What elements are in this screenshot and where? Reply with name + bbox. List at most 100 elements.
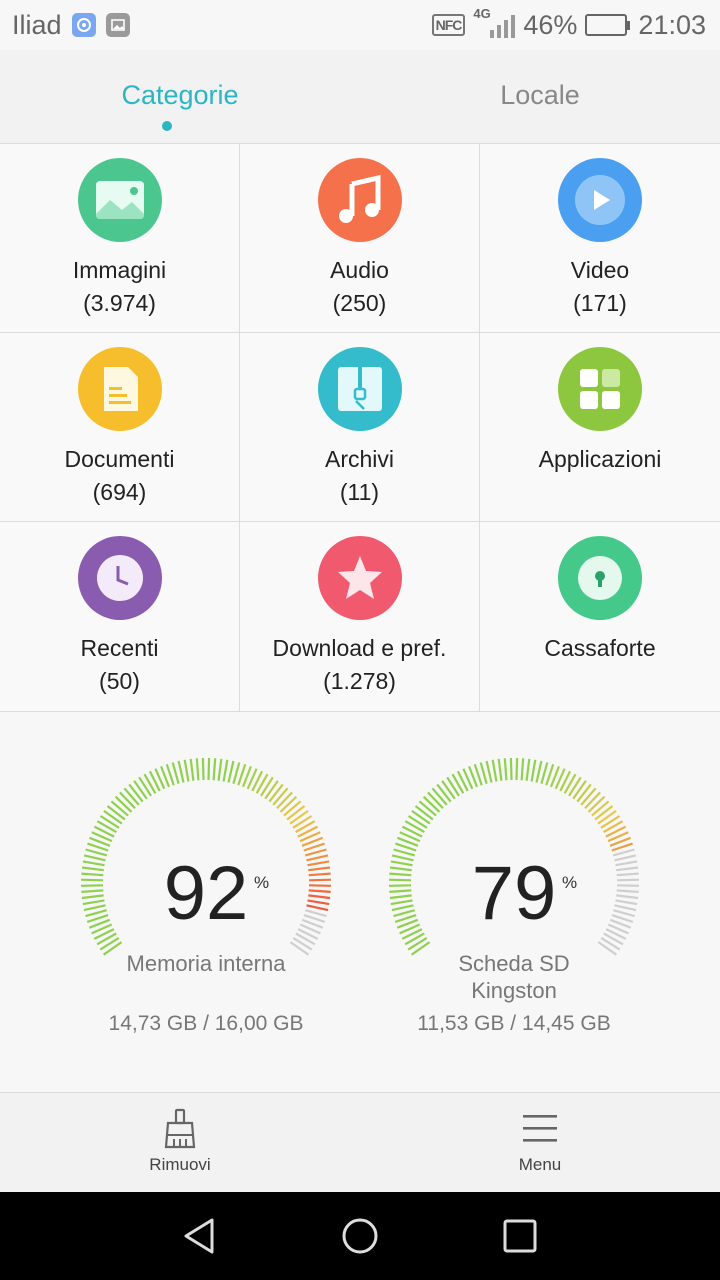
gauge-tick: [286, 805, 306, 821]
gauge-tick: [411, 810, 431, 825]
gauge-tick: [485, 760, 493, 783]
category-count: (3.974): [83, 290, 156, 316]
category-grid: Immagini (3.974) Audio (250) Video (171)…: [0, 144, 720, 712]
storage-percent: 79: [471, 851, 557, 936]
gauge-tick: [446, 776, 460, 797]
gauge-tick: [530, 759, 537, 782]
category-label: Download e pref.: [272, 635, 447, 661]
back-icon[interactable]: [180, 1216, 220, 1256]
storage-size: 14,73 GB / 16,00 GB: [108, 1012, 304, 1035]
tab-bar: Categorie Locale: [0, 50, 720, 144]
tab-label: Locale: [500, 80, 580, 110]
music-icon: [317, 158, 402, 242]
menu-icon: [523, 1115, 557, 1142]
gauge-tick: [212, 758, 217, 781]
gauge-tick: [119, 791, 136, 810]
clock: 21:03: [638, 9, 706, 40]
gauge-tick: [594, 805, 614, 821]
gauge-tick: [600, 815, 621, 829]
gauge-tick: [584, 791, 601, 810]
category-recenti[interactable]: Recenti (50): [0, 522, 240, 712]
gauge-tick: [568, 776, 582, 797]
gauge-tick: [612, 848, 635, 857]
category-immagini[interactable]: Immagini (3.974): [0, 144, 240, 333]
menu-button[interactable]: Menu: [360, 1093, 720, 1192]
storage-gauge-sd[interactable]: 79 % Scheda SD Kingston: [384, 758, 644, 1003]
gauge-tick: [407, 936, 428, 951]
category-label: Video: [570, 257, 630, 283]
category-count: (171): [573, 290, 627, 316]
gauge-tick: [441, 780, 456, 800]
category-count: (11): [339, 479, 380, 505]
category-label: Documenti: [64, 446, 175, 472]
zip-icon: [317, 347, 402, 431]
gauge-tick: [503, 758, 508, 781]
gauge-tick: [427, 791, 444, 810]
tab-categorie[interactable]: Categorie: [0, 50, 360, 143]
gauge-tick: [227, 760, 235, 783]
category-label: Applicazioni: [538, 446, 662, 472]
gauge-tick: [407, 815, 428, 829]
nfc-icon: NFC: [431, 14, 466, 36]
gauge-tick: [509, 758, 513, 781]
clean-label: Rimuovi: [149, 1155, 211, 1174]
gauge-tick: [479, 762, 488, 784]
broom-icon: [164, 1108, 196, 1149]
document-icon: [77, 347, 162, 431]
tab-locale[interactable]: Locale: [360, 50, 720, 143]
gauge-tick: [207, 758, 211, 781]
gauge-tick: [85, 848, 108, 857]
active-tab-indicator: [162, 121, 172, 131]
storage-name: Scheda SD Kingston: [458, 951, 570, 1003]
gauge-tick: [414, 805, 434, 821]
apps-icon: [558, 347, 642, 431]
menu-label: Menu: [518, 1155, 562, 1174]
notification-app-icon: [71, 13, 96, 37]
storage-name: Memoria interna: [126, 951, 286, 976]
image-icon: [77, 158, 162, 242]
category-applicazioni[interactable]: Applicazioni: [480, 333, 720, 522]
gauge-tick: [525, 758, 531, 781]
gauge-tick: [189, 758, 195, 781]
gauge-tick: [264, 780, 279, 800]
gauge-tick: [272, 787, 289, 806]
category-download[interactable]: Download e pref. (1.278): [240, 522, 480, 712]
category-archivi[interactable]: Archivi (11): [240, 333, 480, 522]
gauge-tick: [183, 759, 190, 782]
gauge-tick: [491, 759, 498, 782]
category-audio[interactable]: Audio (250): [240, 144, 480, 333]
gauge-tick: [292, 815, 313, 829]
gauge-tick: [418, 800, 437, 817]
category-video[interactable]: Video (171): [480, 144, 720, 333]
gauge-tick: [587, 795, 606, 813]
category-documenti[interactable]: Documenti (694): [0, 333, 240, 522]
signal-icon: 4G: [473, 6, 516, 40]
gauge-tick: [276, 791, 293, 810]
recents-icon[interactable]: [500, 1216, 540, 1256]
gauge-tick: [520, 758, 525, 781]
home-icon[interactable]: [340, 1216, 380, 1256]
category-count: (250): [332, 290, 387, 316]
network-type: 4G: [473, 6, 491, 21]
gauge-tick: [99, 936, 120, 951]
category-count: (1.278): [323, 668, 396, 694]
gauge-tick: [436, 783, 452, 803]
gauge-tick: [123, 787, 140, 806]
gauge-tick: [260, 776, 274, 797]
gauge-tick: [535, 760, 543, 783]
gauge-tick: [283, 800, 302, 817]
lock-icon: [558, 536, 642, 620]
storage-gauge-internal[interactable]: 92 % Memoria interna: [76, 758, 336, 998]
category-label: Archivi: [324, 446, 394, 472]
gauge-tick: [591, 800, 610, 817]
bottom-toolbar: Rimuovi Menu: [0, 1092, 720, 1192]
category-cassaforte[interactable]: Cassaforte: [480, 522, 720, 712]
percent-sign: %: [254, 873, 270, 892]
gauge-tick: [431, 787, 448, 806]
clean-button[interactable]: Rimuovi: [0, 1093, 360, 1192]
battery-percent: 46%: [523, 9, 578, 40]
gauge-tick: [138, 776, 152, 797]
gauge-tick: [195, 758, 200, 781]
gauge-tick: [289, 810, 309, 825]
gauge-tick: [393, 848, 416, 857]
